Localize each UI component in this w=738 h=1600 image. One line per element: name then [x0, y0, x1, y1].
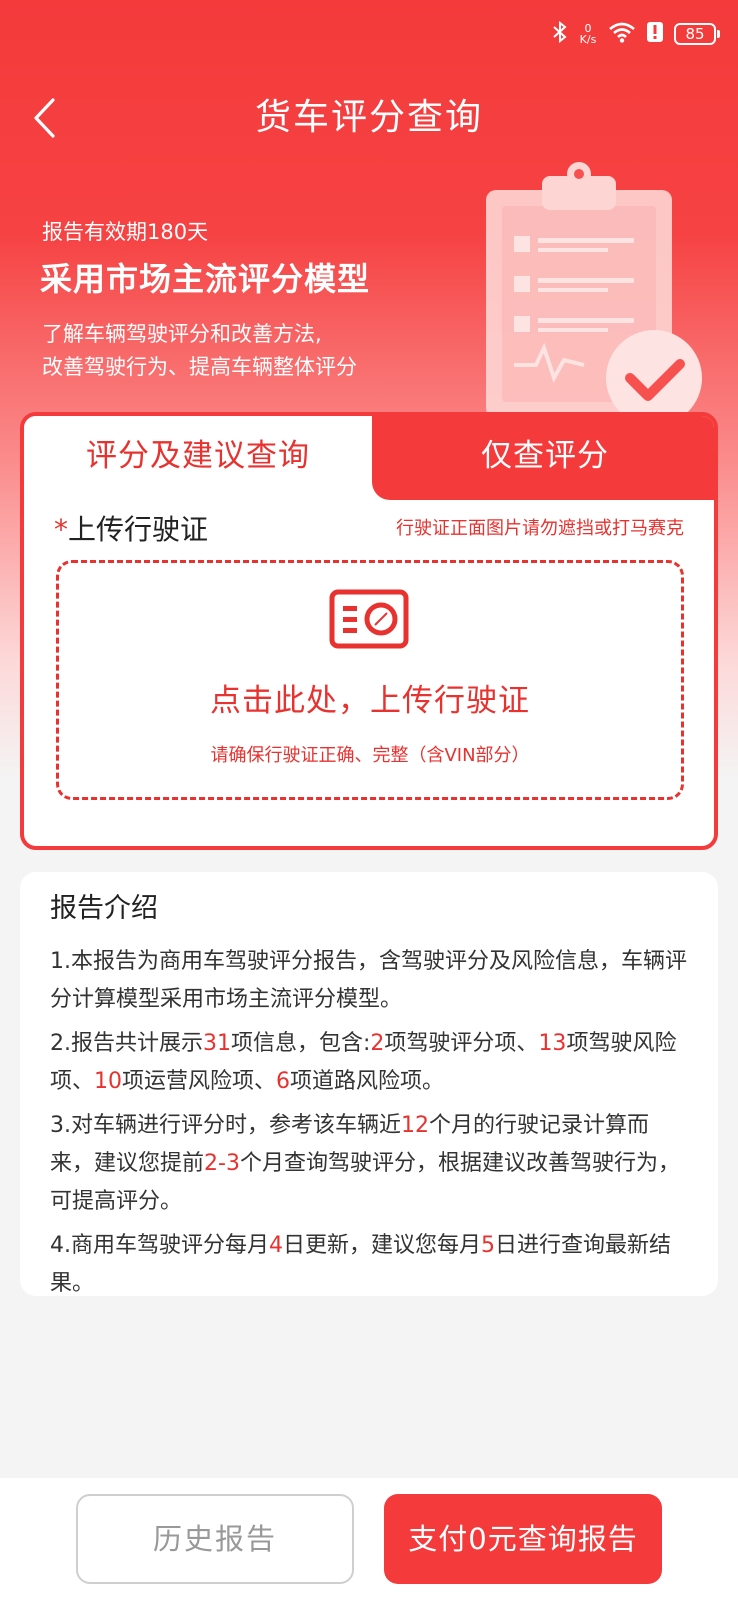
tab-score-only[interactable]: 仅查评分	[372, 416, 714, 500]
text: 项信息，包含:	[231, 1031, 371, 1056]
net-speed: 0 K/s	[578, 23, 598, 45]
hero-description: 了解车辆驾驶评分和改善方法, 改善驾驶行为、提高车辆整体评分	[42, 318, 357, 384]
upload-label-text: 上传行驶证	[68, 513, 209, 546]
intro-paragraph-1: 1.本报告为商用车驾驶评分报告，含驾驶评分及风险信息，车辆评分计算模型采用市场主…	[50, 949, 687, 1012]
net-speed-unit: K/s	[579, 33, 597, 46]
upload-warning: 行驶证正面图片请勿遮挡或打马赛克	[396, 518, 684, 539]
intro-title: 报告介绍	[50, 893, 158, 924]
pay-query-button[interactable]: 支付0元查询报告	[384, 1494, 662, 1584]
query-card: 评分及建议查询 仅查评分 *上传行驶证 行驶证正面图片请勿遮挡或打马赛克 点击此…	[20, 412, 718, 850]
highlight-number: 2-3	[204, 1151, 240, 1176]
highlight-number: 2	[370, 1031, 385, 1056]
highlight-number: 5	[481, 1233, 496, 1258]
bluetooth-icon	[552, 20, 568, 48]
highlight-number: 4	[269, 1233, 283, 1258]
status-bar: 0 K/s 85	[552, 18, 720, 50]
page-title: 货车评分查询	[254, 97, 483, 138]
upload-tip: 请确保行驶证正确、完整（含VIN部分）	[210, 745, 530, 766]
intro-paragraph-4: 4.商用车驾驶评分每月4日更新，建议您每月5日进行查询最新结果。	[50, 1227, 688, 1303]
upload-cta: 点击此处，上传行驶证	[210, 683, 530, 719]
text: 项运营风险项、	[122, 1069, 277, 1094]
upload-label: *上传行驶证	[54, 508, 208, 548]
highlight-number: 13	[538, 1031, 567, 1056]
text: 3.对车辆进行评分时，参考该车辆近	[50, 1113, 401, 1138]
highlight-number: 10	[94, 1069, 123, 1094]
validity-text: 报告有效期180天	[42, 220, 209, 244]
wifi-icon	[608, 21, 636, 47]
desc-line-1: 了解车辆驾驶评分和改善方法,	[42, 322, 322, 346]
text: 项道路风险项。	[290, 1069, 445, 1094]
tab-score-and-advice[interactable]: 评分及建议查询	[24, 416, 372, 500]
highlight-number: 31	[203, 1031, 231, 1056]
alert-icon	[646, 21, 664, 47]
clipboard-illustration	[486, 162, 702, 420]
desc-line-2: 改善驾驶行为、提高车辆整体评分	[42, 355, 357, 379]
history-report-button[interactable]: 历史报告	[76, 1494, 354, 1584]
highlight-number: 12	[401, 1113, 429, 1138]
intro-paragraph-3: 3.对车辆进行评分时，参考该车辆近12个月的行驶记录计算而来，建议您提前2-3个…	[50, 1107, 688, 1221]
bottom-action-bar: 历史报告 支付0元查询报告	[0, 1478, 738, 1600]
text: 2.报告共计展示	[50, 1031, 203, 1056]
hero-headline: 采用市场主流评分模型	[40, 260, 371, 298]
battery-icon: 85	[674, 23, 720, 45]
license-upload-area[interactable]: 点击此处，上传行驶证 请确保行驶证正确、完整（含VIN部分）	[56, 560, 684, 800]
required-mark: *	[54, 513, 68, 546]
text: 项驾驶评分项、	[384, 1031, 539, 1056]
text: 日更新，建议您每月	[283, 1233, 482, 1258]
driving-license-icon	[329, 589, 409, 649]
text: 4.商用车驾驶评分每月	[50, 1233, 269, 1258]
report-intro-card: 报告介绍 1.本报告为商用车驾驶评分报告，含驾驶评分及风险信息，车辆评分计算模型…	[20, 872, 718, 1296]
highlight-number: 6	[276, 1069, 291, 1094]
intro-paragraph-2: 2.报告共计展示31项信息，包含:2项驾驶评分项、13项驾驶风险项、10项运营风…	[50, 1025, 688, 1101]
